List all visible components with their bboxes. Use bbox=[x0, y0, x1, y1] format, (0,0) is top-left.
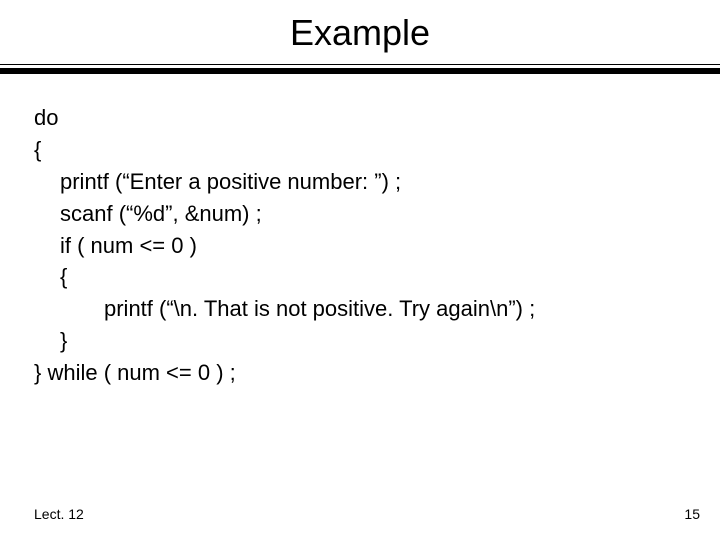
code-line: } bbox=[34, 325, 700, 357]
code-line: printf (“\n. That is not positive. Try a… bbox=[34, 293, 700, 325]
code-line: scanf (“%d”, &num) ; bbox=[34, 198, 700, 230]
code-line: do bbox=[34, 102, 700, 134]
code-line: { bbox=[34, 261, 700, 293]
code-block: do { printf (“Enter a positive number: ”… bbox=[0, 74, 720, 389]
code-line: if ( num <= 0 ) bbox=[34, 230, 700, 262]
slide-title: Example bbox=[0, 0, 720, 64]
footer-page-number: 15 bbox=[684, 506, 700, 522]
footer-lecture: Lect. 12 bbox=[34, 506, 84, 522]
code-line: printf (“Enter a positive number: ”) ; bbox=[34, 166, 700, 198]
code-line: } while ( num <= 0 ) ; bbox=[34, 357, 700, 389]
rule-thick bbox=[0, 68, 720, 74]
title-rule bbox=[0, 64, 720, 74]
rule-thin bbox=[0, 64, 720, 65]
code-line: { bbox=[34, 134, 700, 166]
slide: Example do { printf (“Enter a positive n… bbox=[0, 0, 720, 540]
